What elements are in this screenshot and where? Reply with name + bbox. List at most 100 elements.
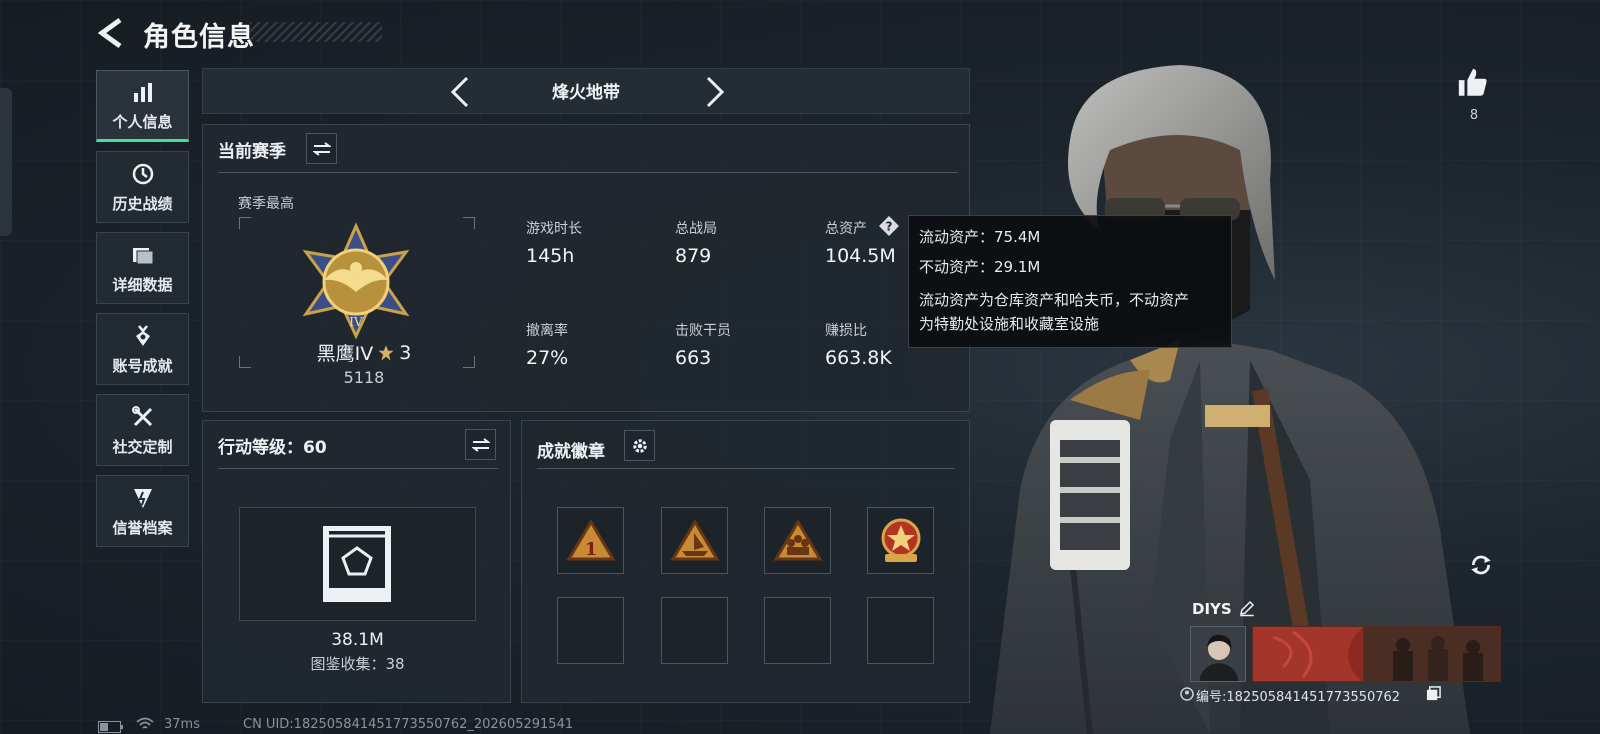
copy-icon	[1426, 686, 1441, 701]
mode-title: 烽火地带	[552, 83, 620, 103]
sidebar-item-label: 信誉档案	[112, 518, 173, 537]
assets-help-button[interactable]: ?	[878, 215, 900, 237]
sidebar-item-credit[interactable]: 信誉档案	[96, 475, 189, 547]
season-best-label: 赛季最高	[238, 196, 294, 212]
frame-corner	[239, 356, 251, 368]
rotate-model-button[interactable]	[1468, 552, 1498, 582]
stat-label-playtime: 游戏时长	[526, 221, 582, 237]
frame-corner	[463, 356, 475, 368]
chevron-right-icon	[706, 76, 725, 108]
badge-slot-empty[interactable]	[764, 597, 831, 664]
stat-label-total-matches: 总战局	[675, 221, 717, 237]
stat-value-total-matches: 879	[675, 245, 712, 267]
badge-slot[interactable]	[661, 507, 728, 574]
like-count: 8	[1469, 108, 1479, 123]
pencil-icon	[1240, 600, 1255, 617]
badge-star-emblem-icon	[881, 518, 920, 562]
thumbs-up-icon	[1458, 68, 1487, 96]
edge-handle[interactable]	[0, 88, 12, 236]
divider	[218, 468, 498, 469]
season-switch-button[interactable]	[306, 133, 337, 164]
wifi-icon	[136, 716, 154, 730]
tools-icon	[130, 404, 156, 430]
star-icon	[378, 345, 394, 360]
action-level-switch-button[interactable]	[465, 429, 496, 460]
uid-text: CN UID:182505841451773550762_20260529154…	[243, 717, 574, 732]
banner-artwork	[1253, 627, 1500, 681]
chevron-left-icon	[450, 76, 469, 108]
action-level-title: 行动等级：60	[218, 438, 327, 458]
history-icon	[130, 161, 156, 187]
tooltip-description-line2: 为特勤处设施和收藏室设施	[919, 315, 1100, 333]
sidebar-item-social[interactable]: 社交定制	[96, 394, 189, 466]
sidebar-item-label: 详细数据	[112, 275, 173, 294]
rank-name-row: 黑鹰IV 3	[306, 339, 422, 366]
divider	[218, 172, 958, 173]
stat-value-total-assets: 104.5M	[825, 245, 896, 267]
stat-label-profit-ratio: 赚损比	[825, 323, 867, 339]
page-title: 角色信息	[143, 22, 255, 53]
sidebar-item-achievements[interactable]: 账号成就	[96, 313, 189, 385]
bar-chart-icon	[130, 79, 156, 105]
back-button[interactable]	[96, 16, 128, 50]
tooltip-liquid-assets: 流动资产：75.4M	[919, 228, 1041, 246]
sidebar-item-label: 历史战绩	[112, 194, 173, 213]
copy-id-button[interactable]	[1426, 686, 1442, 702]
season-title: 当前赛季	[218, 142, 286, 162]
stat-value-kills: 663	[675, 347, 712, 369]
like-button[interactable]	[1456, 66, 1492, 102]
sidebar-item-history[interactable]: 历史战绩	[96, 151, 189, 223]
sidebar-item-details[interactable]: 详细数据	[96, 232, 189, 304]
player-id: 编号:182505841451773550762	[1196, 690, 1401, 705]
rank-stars: 3	[399, 341, 412, 364]
badge-rank-one-icon: 1	[565, 518, 616, 560]
badge-squad-icon	[772, 518, 823, 560]
sidebar-item-label: 账号成就	[112, 356, 173, 375]
achievements-settings-button[interactable]	[624, 430, 655, 461]
avatar[interactable]	[1190, 626, 1246, 682]
divider	[537, 468, 955, 469]
swap-icon	[471, 437, 490, 452]
rank-name: 黑鹰IV	[316, 343, 374, 365]
gear-icon	[632, 438, 647, 453]
stat-label-kills: 击败干员	[675, 323, 731, 339]
rotate-icon	[1471, 555, 1491, 575]
rank-emblem-icon: IV	[302, 222, 410, 340]
frame-corner	[239, 217, 251, 229]
chevron-left-icon	[97, 17, 122, 49]
folder-icon	[130, 242, 156, 268]
frame-corner	[463, 217, 475, 229]
medal-icon	[130, 323, 156, 349]
badge-slot-empty[interactable]	[557, 597, 624, 664]
badge-ship-icon	[669, 518, 720, 560]
collection-case-icon	[323, 526, 391, 602]
avatar-portrait-icon	[1191, 627, 1245, 681]
sidebar-item-label: 社交定制	[112, 437, 173, 456]
sidebar-item-profile[interactable]: 个人信息	[96, 70, 189, 142]
badge-slot-empty[interactable]	[661, 597, 728, 664]
tooltip-fixed-assets: 不动资产：29.1M	[919, 258, 1041, 276]
collection-value: 38.1M	[331, 630, 384, 650]
stat-value-playtime: 145h	[526, 245, 575, 267]
svg-text:IV: IV	[349, 315, 363, 329]
tooltip-description-line1: 流动资产为仓库资产和哈夫币，不动资产	[919, 291, 1190, 309]
mode-prev-button[interactable]	[447, 74, 475, 110]
title-decoration	[250, 22, 382, 42]
svg-text:1: 1	[584, 539, 597, 560]
help-icon: ?	[879, 216, 899, 236]
edit-name-button[interactable]	[1238, 599, 1258, 619]
ping-text: 37ms	[164, 717, 200, 732]
badge-slot[interactable]	[764, 507, 831, 574]
stat-label-extract-rate: 撤离率	[526, 323, 568, 339]
svg-text:?: ?	[886, 220, 893, 234]
collection-count: 图鉴收集：38	[310, 655, 405, 673]
badge-slot-empty[interactable]	[867, 597, 934, 664]
badge-slot[interactable]: 1	[557, 507, 624, 574]
name-card-banner[interactable]	[1252, 626, 1501, 682]
shield-icon	[130, 485, 156, 511]
badge-slot[interactable]	[867, 507, 934, 574]
sidebar-item-label: 个人信息	[112, 112, 173, 131]
stat-value-extract-rate: 27%	[526, 347, 569, 369]
mode-next-button[interactable]	[700, 74, 728, 110]
achievements-title: 成就徽章	[537, 442, 605, 462]
